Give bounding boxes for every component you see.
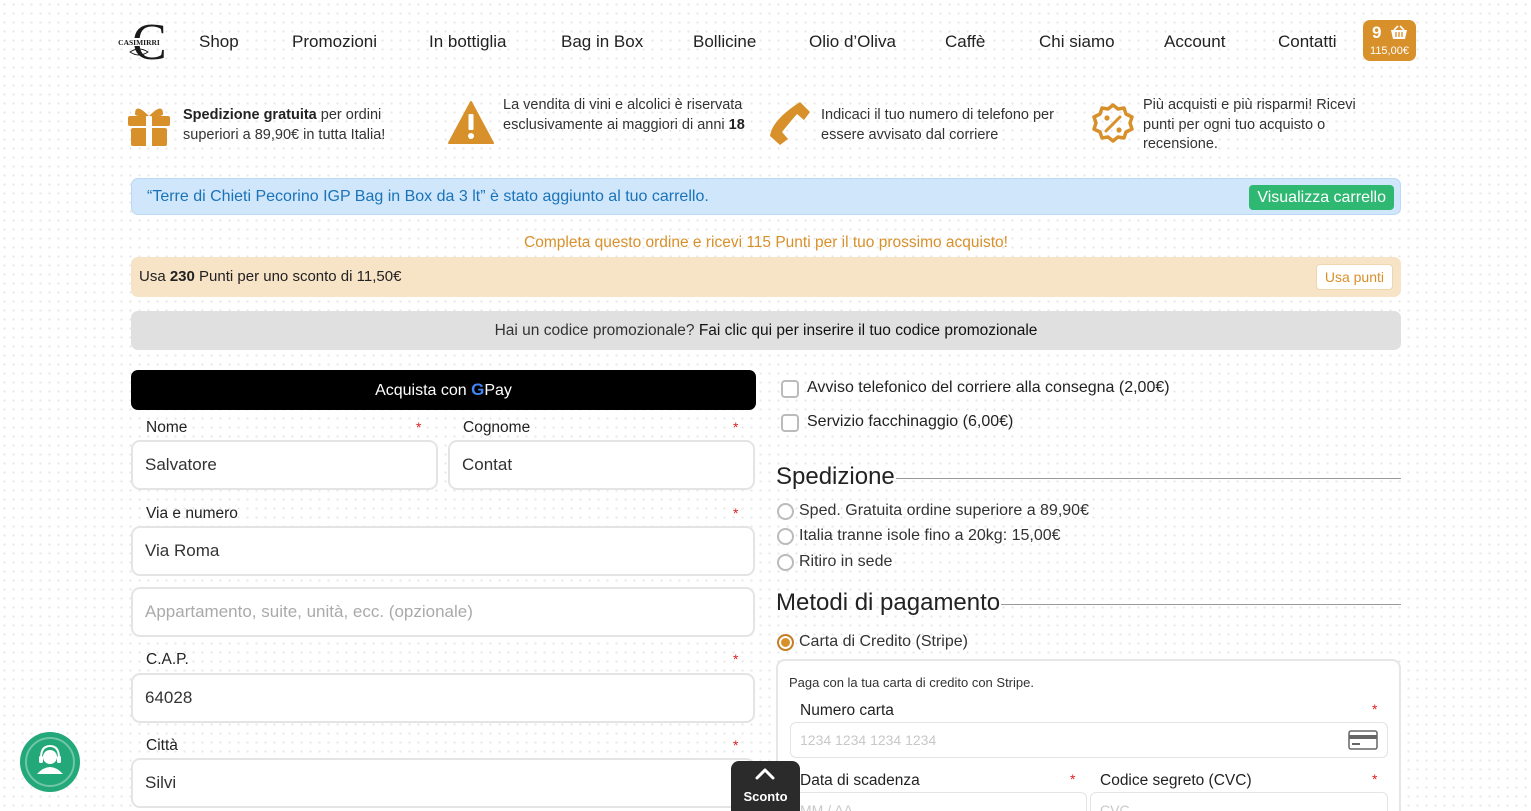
support-chat-button[interactable] [20, 732, 80, 792]
cart-count: 9 [1372, 23, 1382, 42]
sconto-label: Sconto [743, 789, 788, 804]
points-redeem-pre: Usa [139, 268, 170, 285]
points-redeem-notice: Usa 230 Punti per uno sconto di 11,50€ U… [131, 257, 1401, 297]
points-redeem-post: Punti per uno sconto di 11,50€ [194, 268, 402, 285]
promo-question: Hai un codice promozionale? [494, 322, 699, 339]
expiry-label: Data di scadenza [800, 772, 920, 789]
feature-free-shipping-bold: Spedizione gratuita [183, 107, 317, 123]
citta-required-mark: * [733, 737, 739, 753]
cart-button[interactable]: 9 115,00€ [1363, 20, 1416, 61]
nome-label: Nome [146, 419, 188, 436]
apartment-input[interactable] [131, 587, 755, 637]
stripe-card-panel: Paga con la tua carta di credito con Str… [776, 659, 1401, 811]
nav-bag-in-box[interactable]: Bag in Box [561, 32, 643, 52]
google-g-icon: G [471, 380, 485, 399]
view-cart-button[interactable]: Visualizza carrello [1249, 185, 1394, 210]
cap-label: C.A.P. [146, 651, 189, 668]
warning-icon [448, 101, 494, 144]
nome-input[interactable] [131, 440, 438, 490]
cart-added-message: “Terre di Chieti Pecorino IGP Bag in Box… [147, 188, 709, 205]
nav-shop[interactable]: Shop [199, 32, 239, 52]
cart-total: 115,00€ [1370, 45, 1409, 57]
shipping-italy-label: Italia tranne isole fino a 20kg: 15,00€ [799, 527, 1061, 544]
basket-icon [1391, 25, 1407, 39]
cvc-required-mark: * [1372, 771, 1378, 787]
shipping-italy-radio[interactable] [777, 528, 794, 545]
discount-badge-icon [1092, 103, 1134, 143]
phone-icon [770, 102, 810, 145]
card-number-required-mark: * [1372, 701, 1378, 717]
gift-icon [128, 108, 170, 146]
expiry-required-mark: * [1070, 771, 1076, 787]
cvc-label: Codice segreto (CVC) [1100, 772, 1252, 789]
gpay-pay-text: Pay [484, 382, 512, 399]
nav-in-bottiglia[interactable]: In bottiglia [429, 32, 507, 52]
gpay-label: Acquista con [375, 382, 467, 399]
svg-text:CASIMIRRI: CASIMIRRI [118, 38, 160, 47]
cvc-input[interactable] [1090, 792, 1388, 811]
sconto-toggle-tab[interactable]: Sconto [731, 761, 800, 811]
shipping-pickup-label: Ritiro in sede [799, 553, 893, 570]
nav-bollicine[interactable]: Bollicine [693, 32, 756, 52]
credit-card-icon [1348, 730, 1378, 750]
payment-divider [1001, 604, 1401, 605]
nav-olio-doliva[interactable]: Olio d’Oliva [809, 32, 896, 52]
nav-chi-siamo[interactable]: Chi siamo [1039, 32, 1115, 52]
cap-required-mark: * [733, 651, 739, 667]
points-redeem-amount: 230 [169, 268, 195, 285]
via-required-mark: * [733, 505, 739, 521]
chevron-up-icon [755, 768, 775, 780]
porterage-label: Servizio facchinaggio (6,00€) [807, 413, 1014, 430]
points-redeem-message: Usa 230 Punti per uno sconto di 11,50€ [139, 268, 401, 285]
shipping-section-title: Spedizione [776, 463, 895, 490]
feature-age-bold: 18 [728, 116, 745, 133]
stripe-radio[interactable] [777, 634, 794, 651]
feature-points-text: Più acquisti e più risparmi! Ricevi punt… [1143, 97, 1356, 152]
site-header: C CASIMIRRI Shop Promozioni In bottiglia… [0, 0, 1531, 80]
via-input[interactable] [131, 526, 755, 576]
cognome-label: Cognome [463, 419, 531, 436]
payment-section-title: Metodi di pagamento [776, 589, 1001, 616]
support-agent-icon [25, 737, 75, 787]
casimirri-logo[interactable]: C CASIMIRRI [110, 14, 168, 68]
shipping-pickup-radio[interactable] [777, 554, 794, 571]
stripe-label: Carta di Credito (Stripe) [799, 633, 968, 650]
shipping-free-radio[interactable] [777, 503, 794, 520]
nav-account[interactable]: Account [1164, 32, 1225, 52]
stripe-description: Paga con la tua carta di credito con Str… [789, 675, 1034, 690]
cognome-required-mark: * [733, 419, 739, 435]
phone-notice-checkbox[interactable] [781, 380, 799, 398]
expiry-input[interactable] [790, 792, 1087, 811]
cap-input[interactable] [131, 673, 755, 723]
citta-input[interactable] [131, 758, 755, 808]
via-label: Via e numero [146, 505, 238, 522]
card-number-input[interactable] [790, 722, 1388, 758]
shipping-free-label: Sped. Gratuita ordine superiore a 89,90€ [799, 502, 1089, 519]
points-earn-message: Completa questo ordine e ricevi 115 Punt… [524, 234, 1008, 251]
promo-code-link[interactable]: Fai clic qui per inserire il tuo codice … [699, 322, 1038, 339]
citta-label: Città [146, 737, 178, 754]
nav-caffe[interactable]: Caffè [945, 32, 985, 52]
nome-required-mark: * [416, 419, 422, 435]
porterage-checkbox[interactable] [781, 414, 799, 432]
card-number-label: Numero carta [800, 702, 894, 719]
feature-phone-text: Indicaci il tuo numero di telefono per e… [821, 107, 1054, 143]
feature-age-text: La vendita di vini e alcolici è riservat… [503, 97, 743, 133]
phone-notice-label: Avviso telefonico del corriere alla cons… [807, 379, 1170, 396]
use-points-button[interactable]: Usa punti [1315, 264, 1393, 290]
nav-promozioni[interactable]: Promozioni [292, 32, 377, 52]
shipping-divider [896, 478, 1401, 479]
nav-contatti[interactable]: Contatti [1278, 32, 1337, 52]
google-pay-button[interactable]: Acquista con GPay [131, 370, 756, 410]
cognome-input[interactable] [448, 440, 755, 490]
cart-added-notice: “Terre di Chieti Pecorino IGP Bag in Box… [131, 178, 1401, 215]
promo-code-notice: Hai un codice promozionale? Fai clic qui… [131, 311, 1401, 350]
